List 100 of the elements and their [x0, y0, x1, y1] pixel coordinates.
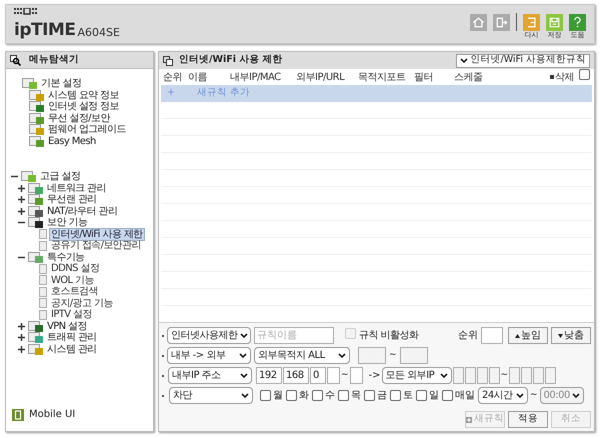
input-field[interactable]	[521, 367, 532, 384]
input-field[interactable]: 192	[256, 367, 282, 384]
tree-item[interactable]: 기본 설정	[41, 78, 82, 90]
tree-item[interactable]: 무선 설정/보안	[48, 112, 110, 124]
column-header: 목적지포트	[358, 70, 406, 84]
expand-icon[interactable]	[18, 196, 25, 204]
folder-icon	[22, 78, 38, 90]
tree-item[interactable]: 네트워크 관리	[47, 182, 106, 194]
column-header: 외부IP/URL	[296, 70, 346, 84]
checkbox[interactable]	[442, 390, 453, 401]
lower-button[interactable]: 낮춤	[551, 327, 591, 344]
tree-item[interactable]: NAT/라우터 관리	[47, 206, 118, 217]
tree-item[interactable]: WOL 기능	[49, 274, 96, 287]
mobile-ui-link[interactable]: Mobile UI	[29, 407, 76, 422]
tree-item[interactable]: 트래픽 관리	[47, 332, 97, 344]
tree-item[interactable]: 시스템 요약 정보	[48, 90, 119, 101]
help-button[interactable]	[569, 14, 586, 31]
folder-icon	[28, 344, 44, 355]
arrow-label: ->	[368, 369, 381, 383]
action-button[interactable]: 적용	[508, 411, 548, 428]
input-field[interactable]	[481, 327, 503, 344]
input-field[interactable]	[358, 347, 386, 364]
expand-icon[interactable]	[18, 346, 25, 353]
input-field[interactable]	[545, 367, 556, 384]
expand-icon[interactable]	[18, 322, 25, 330]
expand-icon[interactable]	[18, 208, 25, 215]
tree-item[interactable]: 무선랜 관리	[47, 194, 97, 206]
column-header: 이름	[188, 70, 208, 84]
checkbox[interactable]	[390, 390, 401, 401]
day-label: 수	[325, 389, 335, 403]
dropdown[interactable]: 내부IP 주소	[168, 367, 252, 384]
folder-icon	[29, 136, 45, 147]
input-field[interactable]	[327, 367, 340, 384]
dropdown[interactable]: 차단	[169, 387, 253, 404]
folder-icon	[28, 194, 44, 206]
checkbox[interactable]	[364, 390, 375, 401]
input-field[interactable]: 규칙이름	[254, 327, 334, 344]
expand-icon[interactable]	[18, 184, 25, 192]
raise-button[interactable]: 높임	[508, 327, 548, 344]
save-icon	[546, 14, 563, 31]
rule-dropdown[interactable]: 인터넷/WiFi 사용제한규칙	[456, 54, 590, 68]
range-separator: ~	[341, 368, 349, 382]
tree-item[interactable]: IPTV 설정	[49, 308, 94, 322]
input-field[interactable]	[533, 367, 544, 384]
checkbox-label: 규칙 비활성화	[359, 329, 419, 343]
folder-icon	[29, 124, 45, 136]
folder-icon	[28, 217, 44, 228]
tree-item[interactable]: 보안 기능	[47, 217, 88, 228]
folder-icon	[29, 112, 45, 124]
logout-button[interactable]	[493, 14, 510, 31]
tree-item[interactable]: 호스트검색	[49, 285, 100, 298]
home-button[interactable]	[470, 14, 487, 31]
input-field[interactable]	[350, 367, 363, 384]
down-triangle-icon	[558, 334, 563, 338]
column-header: 삭제	[550, 70, 574, 84]
save-button[interactable]	[546, 14, 563, 31]
tree-item[interactable]: 인터넷 설정 정보	[48, 101, 119, 112]
caret-icon	[239, 352, 247, 358]
tree-item[interactable]: 공지/광고 기능	[49, 296, 115, 310]
dropdown[interactable]: 외부목적지 ALL	[254, 347, 350, 364]
input-field[interactable]	[509, 367, 520, 384]
input-field[interactable]	[464, 367, 476, 384]
dropdown[interactable]: 24시간	[478, 387, 528, 404]
tree-item[interactable]: DDNS 설정	[49, 262, 102, 276]
input-field[interactable]	[400, 347, 428, 364]
tree-item[interactable]: 인터넷/WiFi 사용 제한	[49, 228, 145, 241]
caret-icon	[440, 372, 448, 378]
expand-icon[interactable]	[18, 334, 25, 342]
tree-item[interactable]: 공유기 접속/보안관리	[49, 239, 143, 252]
column-header: 내부IP/MAC	[230, 70, 282, 84]
tree-item[interactable]: Easy Mesh	[48, 136, 96, 147]
caret-icon	[460, 58, 468, 64]
input-field[interactable]	[488, 367, 500, 384]
range-separator: ~	[389, 348, 397, 362]
folder-icon	[28, 182, 44, 194]
checkbox[interactable]	[579, 69, 590, 80]
caret-icon	[572, 392, 580, 398]
column-header: 순위	[163, 70, 183, 84]
folder-icon	[21, 171, 37, 182]
checkbox[interactable]	[416, 390, 427, 401]
dropdown[interactable]: 내부 -> 외부	[167, 347, 251, 364]
range-separator: ~	[500, 368, 508, 382]
checkbox[interactable]	[338, 390, 349, 401]
tree-item[interactable]: 시스템 관리	[47, 344, 97, 355]
checkbox[interactable]	[286, 390, 297, 401]
input-field[interactable]: 0	[310, 367, 326, 384]
day-label: 금	[377, 389, 387, 403]
tree-item[interactable]: 펌웨어 업그레이드	[48, 124, 126, 136]
dropdown[interactable]: 모든 외부IP	[382, 367, 452, 384]
dropdown[interactable]: 인터넷사용제한	[167, 327, 251, 344]
input-field[interactable]	[476, 367, 488, 384]
day-label: 매일	[455, 389, 475, 403]
checkbox[interactable]	[260, 390, 271, 401]
tree-item[interactable]: 고급 설정	[40, 171, 80, 182]
input-field[interactable]	[452, 367, 464, 384]
input-field[interactable]: 168	[283, 367, 309, 384]
folder-icon	[28, 206, 44, 217]
tree-item[interactable]: VPN 설정	[47, 320, 87, 332]
tree-item[interactable]: 특수기능	[47, 252, 85, 263]
checkbox[interactable]	[312, 390, 323, 401]
